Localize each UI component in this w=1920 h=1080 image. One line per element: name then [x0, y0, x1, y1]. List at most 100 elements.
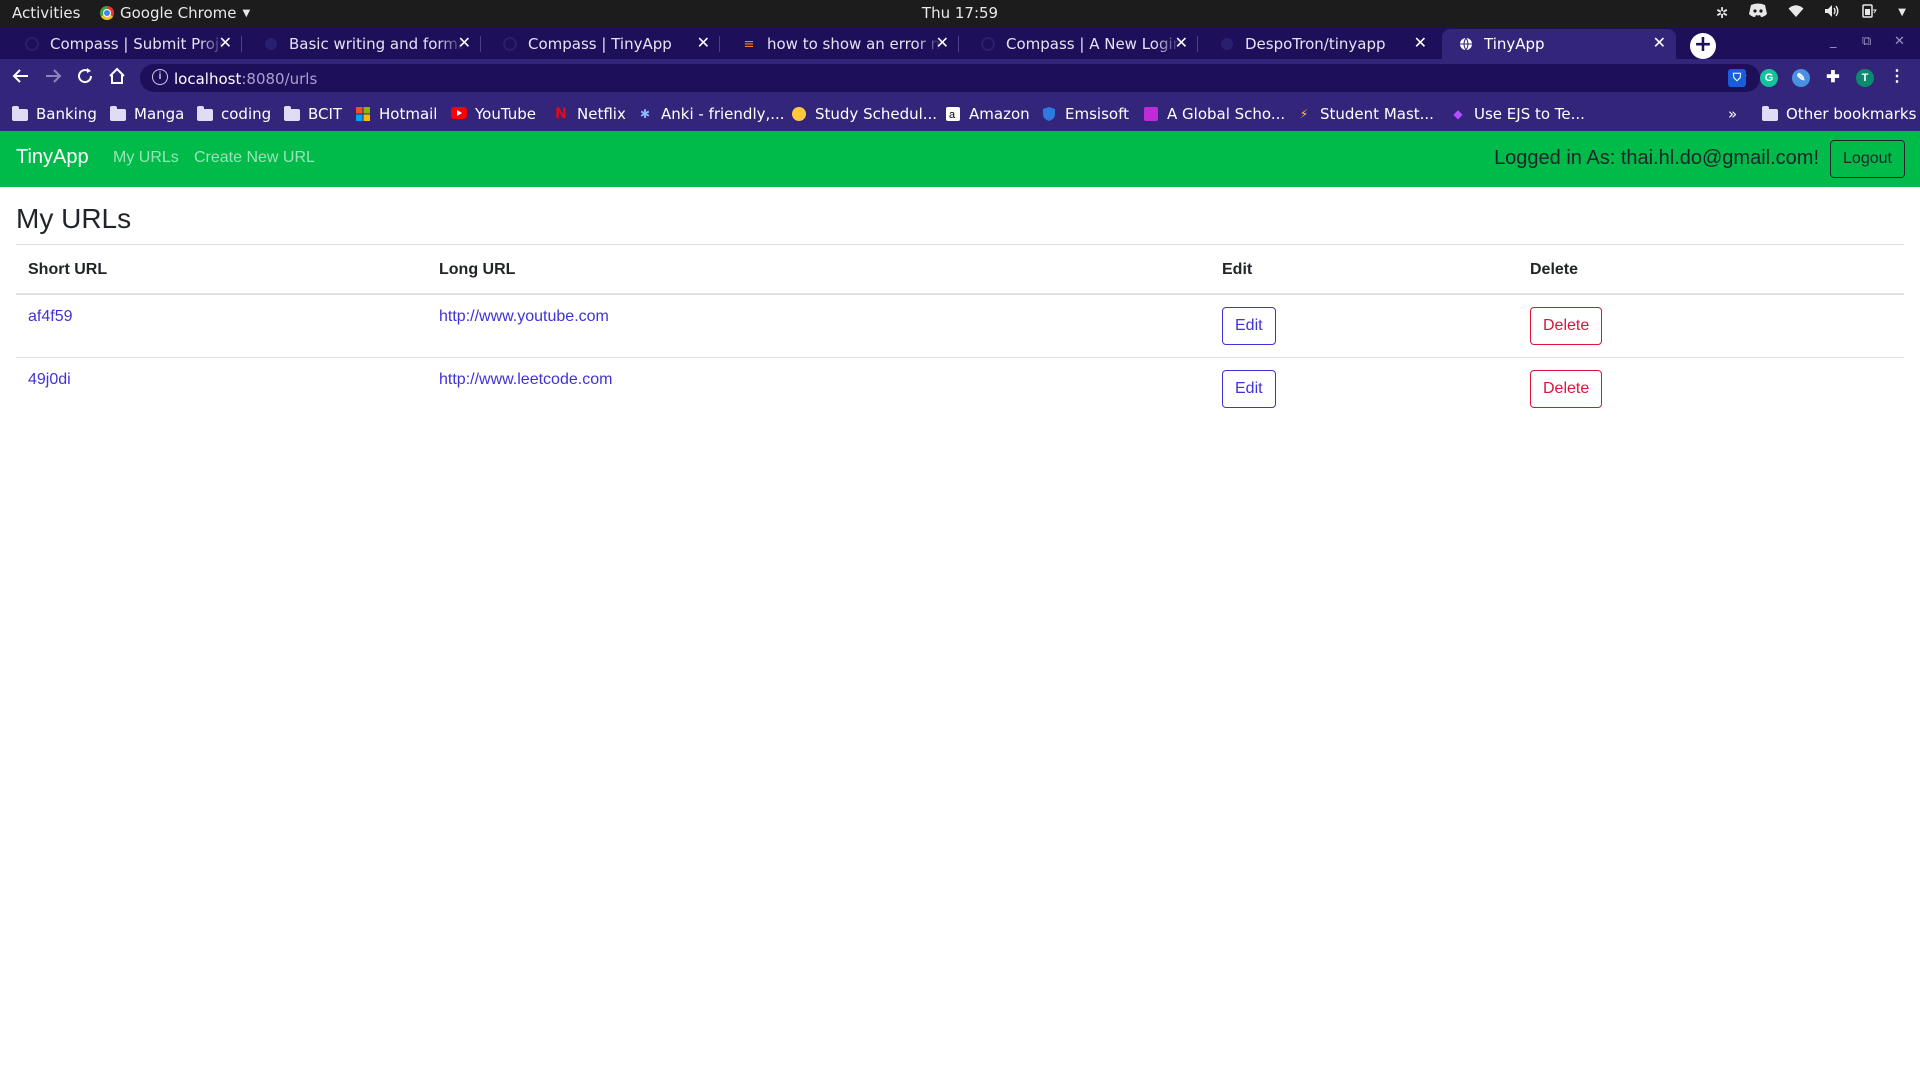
folder-icon [12, 106, 28, 121]
new-tab-button[interactable]: + [1690, 33, 1716, 59]
bookmark-folder[interactable]: BCIT [284, 105, 342, 123]
bookmark-emsisoft[interactable]: Emsisoft [1041, 105, 1129, 123]
close-tab-icon[interactable]: ✕ [1175, 33, 1188, 52]
address-bar[interactable]: i localhost:8080/urls ☆ [140, 64, 1760, 92]
emoji-icon [791, 107, 807, 121]
tab-title: Compass | TinyApp [528, 35, 672, 53]
close-tab-icon[interactable]: ✕ [697, 33, 710, 52]
nav-create-new-url[interactable]: Create New URL [194, 149, 315, 167]
bookmark-amazon[interactable]: a Amazon [945, 105, 1030, 123]
battery-icon[interactable] [1860, 3, 1878, 22]
forward-button[interactable] [44, 67, 62, 89]
close-window-icon[interactable]: ✕ [1894, 34, 1905, 49]
browser-tab-active[interactable]: TinyApp ✕ [1442, 29, 1676, 59]
delete-button[interactable]: Delete [1530, 307, 1603, 345]
column-header-edit: Edit [1222, 261, 1253, 278]
close-tab-icon[interactable]: ✕ [458, 33, 471, 52]
edit-button[interactable]: Edit [1222, 307, 1276, 345]
bookmark-label: Hotmail [379, 105, 438, 123]
address-url[interactable]: localhost:8080/urls [174, 70, 317, 88]
discord-icon[interactable] [1748, 3, 1768, 22]
other-bookmarks[interactable]: Other bookmarks [1762, 105, 1916, 123]
chrome-icon [100, 6, 114, 20]
reload-button[interactable] [76, 67, 94, 89]
home-button[interactable] [108, 67, 126, 89]
back-button[interactable] [12, 67, 30, 89]
bookmark-student-mast[interactable]: ⚡ Student Mast... [1296, 105, 1434, 123]
bookmarks-bar: Banking Manga coding BCIT Hotmail YouTub… [0, 97, 1920, 131]
grammarly-extension-icon[interactable]: G [1760, 69, 1778, 87]
bookmark-hotmail[interactable]: Hotmail [355, 105, 437, 123]
bookmark-anki[interactable]: ✱ Anki - friendly,... [637, 105, 785, 123]
logout-button[interactable]: Logout [1830, 140, 1905, 178]
browser-tab[interactable]: ≡ how to show an error message ✕ [725, 29, 959, 59]
tab-strip: Compass | Submit Project ✕ Basic writing… [0, 27, 1920, 59]
app-menu[interactable]: Google Chrome ▼ [100, 4, 250, 22]
bookmark-netflix[interactable]: N Netflix [553, 105, 626, 123]
bookmark-label: coding [221, 105, 272, 123]
close-tab-icon[interactable]: ✕ [219, 33, 232, 52]
globe-icon [1458, 36, 1474, 52]
activities-button[interactable]: Activities [12, 4, 80, 22]
bookmark-label: Manga [134, 105, 185, 123]
brand-link[interactable]: TinyApp [16, 146, 89, 169]
bookmark-youtube[interactable]: YouTube [451, 105, 536, 123]
bookmark-folder[interactable]: Manga [110, 105, 184, 123]
column-header-delete: Delete [1530, 261, 1579, 278]
bookmark-label: Other bookmarks [1786, 105, 1917, 123]
bookmarks-overflow-button[interactable]: » [1728, 105, 1737, 123]
url-host: localhost [174, 70, 242, 88]
bookmark-study-schedule[interactable]: Study Schedul... [791, 105, 937, 123]
system-menu-caret-icon[interactable]: ▼ [1898, 7, 1906, 18]
profile-avatar[interactable]: T [1856, 69, 1874, 87]
bitwarden-extension-icon[interactable]: ⛉ [1728, 69, 1746, 87]
extensions-puzzle-icon[interactable]: ✚ [1824, 69, 1842, 87]
anki-icon: ✱ [639, 107, 651, 121]
shield-icon [1041, 107, 1057, 121]
slack-icon[interactable]: ✲ [1716, 4, 1729, 22]
bookmark-folder[interactable]: Banking [12, 105, 97, 123]
app-navbar: TinyApp My URLs Create New URL Logged in… [0, 131, 1920, 187]
tab-title: Compass | Submit Project [50, 35, 225, 53]
chrome-menu-icon[interactable]: ⋮ [1888, 69, 1906, 87]
nav-my-urls[interactable]: My URLs [113, 149, 179, 167]
close-tab-icon[interactable]: ✕ [1653, 33, 1666, 52]
column-header-long-url: Long URL [439, 261, 516, 278]
bookmark-global-school[interactable]: A Global Scho... [1143, 105, 1285, 123]
long-url-link[interactable]: http://www.youtube.com [439, 308, 609, 325]
clock[interactable]: Thu 17:59 [922, 4, 998, 22]
ejs-icon: ◆ [1453, 107, 1463, 121]
delete-button[interactable]: Delete [1530, 369, 1603, 408]
browser-tab[interactable]: DespoTron/tinyapp ✕ [1203, 29, 1437, 59]
bookmark-label: Study Schedul... [815, 105, 938, 123]
tab-title: DespoTron/tinyapp [1245, 35, 1386, 53]
site-info-icon[interactable]: i [152, 69, 168, 85]
system-tray[interactable]: ✲ ▼ [1716, 3, 1906, 22]
bookmark-label: Use EJS to Te... [1474, 105, 1585, 123]
minimize-icon[interactable]: _ [1830, 34, 1837, 49]
logged-in-status: Logged in As: thai.hl.do@gmail.com! [1494, 147, 1819, 169]
short-url-link[interactable]: af4f59 [28, 308, 72, 325]
browser-toolbar: i localhost:8080/urls ☆ ⛉ G ✎ ✚ T ⋮ [0, 59, 1920, 97]
close-tab-icon[interactable]: ✕ [1414, 33, 1427, 52]
wifi-icon[interactable] [1788, 4, 1804, 22]
tab-title: Basic writing and formatting [289, 35, 464, 53]
maximize-icon[interactable]: ⧉ [1862, 34, 1871, 49]
short-url-link[interactable]: 49j0di [28, 371, 71, 388]
table-header-row: Short URL Long URL Edit Delete [16, 245, 1904, 294]
browser-tab[interactable]: Compass | Submit Project ✕ [8, 29, 242, 59]
folder-icon [1762, 106, 1778, 121]
edit-button[interactable]: Edit [1222, 369, 1276, 408]
volume-icon[interactable] [1824, 4, 1840, 22]
urls-table: Short URL Long URL Edit Delete af4f59 ht… [16, 245, 1904, 420]
browser-tab[interactable]: Compass | A New Login Page ✕ [964, 29, 1198, 59]
bookmark-label: Banking [36, 105, 97, 123]
bookmark-folder[interactable]: coding [197, 105, 271, 123]
long-url-link[interactable]: http://www.leetcode.com [439, 371, 612, 388]
browser-tab[interactable]: Compass | TinyApp ✕ [486, 29, 720, 59]
column-header-short-url: Short URL [28, 261, 108, 278]
close-tab-icon[interactable]: ✕ [936, 33, 949, 52]
compose-extension-icon[interactable]: ✎ [1792, 69, 1810, 87]
browser-tab[interactable]: Basic writing and formatting ✕ [247, 29, 481, 59]
bookmark-ejs[interactable]: ◆ Use EJS to Te... [1450, 105, 1585, 123]
